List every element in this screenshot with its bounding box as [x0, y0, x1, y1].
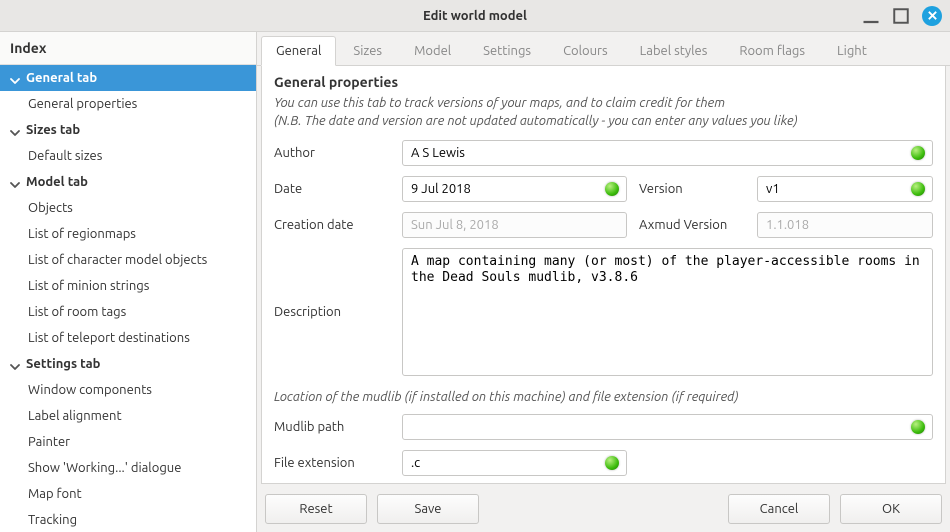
- label-file-extension: File extension: [274, 456, 394, 470]
- status-dot-icon: [911, 146, 925, 160]
- tree-item[interactable]: List of room tags: [0, 299, 256, 325]
- row-author: Author: [274, 140, 933, 166]
- status-dot-icon: [911, 420, 925, 434]
- window-title: Edit world model: [423, 9, 527, 23]
- tab-sizes[interactable]: Sizes: [338, 36, 397, 65]
- status-dot-icon: [605, 182, 619, 196]
- tree-item[interactable]: Default sizes: [0, 143, 256, 169]
- chevron-down-icon: [10, 73, 20, 83]
- reset-button[interactable]: Reset: [265, 494, 367, 524]
- minimize-button[interactable]: [862, 7, 880, 25]
- window-controls: [862, 6, 942, 26]
- panel-hint-1: You can use this tab to track versions o…: [274, 94, 933, 112]
- tree-item[interactable]: Window components: [0, 377, 256, 403]
- row-mudlib-path: Mudlib path: [274, 414, 933, 440]
- maximize-button[interactable]: [892, 7, 910, 25]
- label-axmud-version: Axmud Version: [639, 218, 749, 232]
- label-date: Date: [274, 182, 394, 196]
- chevron-down-icon: [10, 177, 20, 187]
- label-mudlib-path: Mudlib path: [274, 420, 394, 434]
- tab-bar: GeneralSizesModelSettingsColoursLabel st…: [257, 32, 950, 66]
- tree-item[interactable]: General properties: [0, 91, 256, 117]
- spacer: [489, 494, 718, 524]
- tree-item[interactable]: Show 'Working...' dialogue: [0, 455, 256, 481]
- general-panel: General properties You can use this tab …: [261, 66, 946, 484]
- file-extension-input[interactable]: [402, 450, 627, 476]
- tab-general[interactable]: General: [261, 36, 336, 66]
- tree-item[interactable]: List of teleport destinations: [0, 325, 256, 351]
- creation-date-input: [402, 212, 627, 238]
- version-input[interactable]: [757, 176, 933, 202]
- row-date-version: Date Version: [274, 176, 933, 202]
- titlebar: Edit world model: [0, 0, 950, 32]
- tree-item[interactable]: Map font: [0, 481, 256, 507]
- panel-title: General properties: [274, 74, 933, 90]
- axmud-version-input: [757, 212, 933, 238]
- author-input[interactable]: [402, 140, 933, 166]
- tree-item[interactable]: Painter: [0, 429, 256, 455]
- content-area: GeneralSizesModelSettingsColoursLabel st…: [257, 32, 950, 532]
- panel-hint-2: (N.B. The date and version are not updat…: [274, 112, 933, 130]
- status-dot-icon: [605, 456, 619, 470]
- tree-group-label: General tab: [26, 69, 97, 87]
- tree-group-label: Sizes tab: [26, 121, 80, 139]
- tree-item[interactable]: Label alignment: [0, 403, 256, 429]
- tree-item[interactable]: List of minion strings: [0, 273, 256, 299]
- row-creation-axmud: Creation date Axmud Version: [274, 212, 933, 238]
- tree-group-label: Model tab: [26, 173, 88, 191]
- tree-item[interactable]: List of regionmaps: [0, 221, 256, 247]
- tab-light[interactable]: Light: [822, 36, 882, 65]
- mudlib-path-input[interactable]: [402, 414, 933, 440]
- tree-item[interactable]: List of character model objects: [0, 247, 256, 273]
- mudlib-hint: Location of the mudlib (if installed on …: [274, 390, 933, 404]
- cancel-button[interactable]: Cancel: [728, 494, 830, 524]
- tree-group[interactable]: Settings tab: [0, 351, 256, 377]
- label-description: Description: [274, 305, 394, 319]
- tree-group[interactable]: Sizes tab: [0, 117, 256, 143]
- index-sidebar: Index General tab General properties Sizes…: [0, 32, 257, 532]
- sidebar-header: Index: [0, 32, 256, 65]
- tab-colours[interactable]: Colours: [548, 36, 623, 65]
- tab-settings[interactable]: Settings: [468, 36, 546, 65]
- close-button[interactable]: [922, 6, 942, 26]
- tab-label-styles[interactable]: Label styles: [625, 36, 723, 65]
- description-textarea[interactable]: A map containing many (or most) of the p…: [402, 248, 933, 376]
- button-bar: Reset Save Cancel OK: [257, 488, 950, 532]
- chevron-down-icon: [10, 125, 20, 135]
- tree-group-label: Settings tab: [26, 355, 100, 373]
- status-dot-icon: [911, 182, 925, 196]
- save-button[interactable]: Save: [377, 494, 479, 524]
- row-file-extension: File extension: [274, 450, 933, 476]
- tab-model[interactable]: Model: [399, 36, 466, 65]
- ok-button[interactable]: OK: [840, 494, 942, 524]
- tree-group[interactable]: General tab: [0, 65, 256, 91]
- tree-item[interactable]: Tracking: [0, 507, 256, 532]
- main-layout: Index General tab General properties Sizes…: [0, 32, 950, 532]
- tree-item[interactable]: Objects: [0, 195, 256, 221]
- tree-group[interactable]: Model tab: [0, 169, 256, 195]
- label-creation-date: Creation date: [274, 218, 394, 232]
- label-version: Version: [639, 182, 749, 196]
- date-input[interactable]: [402, 176, 627, 202]
- index-tree[interactable]: General tab General properties Sizes tab De…: [0, 65, 256, 532]
- label-author: Author: [274, 146, 394, 160]
- row-description: Description A map containing many (or mo…: [274, 248, 933, 376]
- chevron-down-icon: [10, 359, 20, 369]
- tab-room-flags[interactable]: Room flags: [724, 36, 820, 65]
